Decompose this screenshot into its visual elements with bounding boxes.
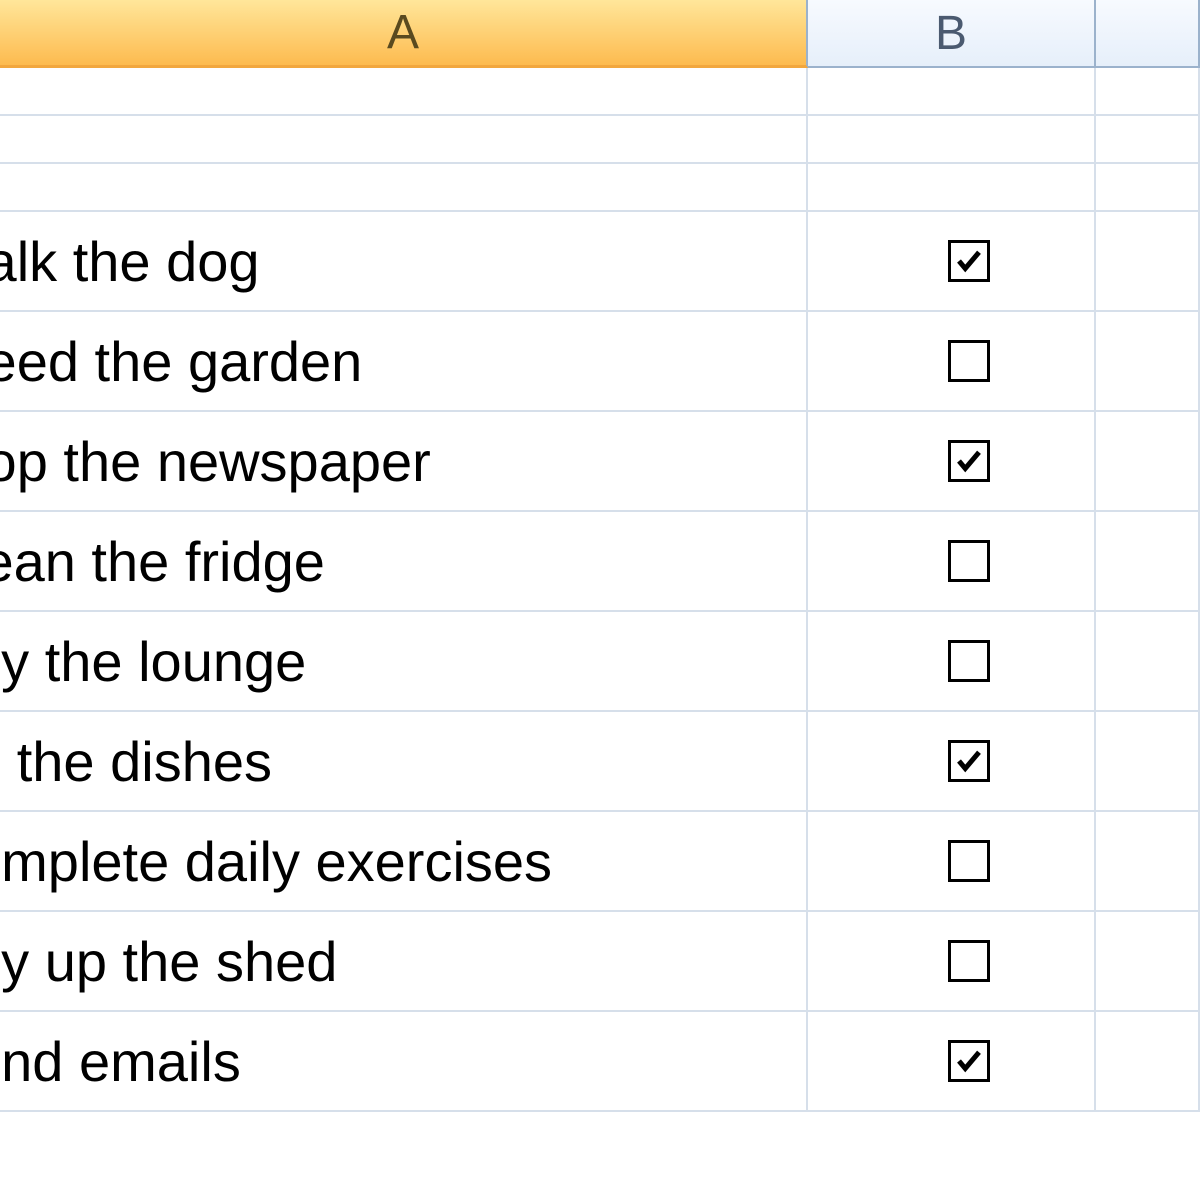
cell-checkbox[interactable]: [808, 68, 1096, 116]
cell-task-text[interactable]: dy the lounge: [0, 612, 808, 712]
cell-empty[interactable]: [1096, 412, 1200, 512]
cell-empty[interactable]: [1096, 912, 1200, 1012]
table-row: top the newspaper: [0, 412, 1200, 512]
cell-empty[interactable]: [1096, 312, 1200, 412]
table-row: omplete daily exercises: [0, 812, 1200, 912]
checkbox-unchecked-icon[interactable]: [948, 340, 990, 382]
column-header-c[interactable]: [1096, 0, 1200, 68]
table-row: [0, 116, 1200, 164]
table-row: end emails: [0, 1012, 1200, 1112]
cell-checkbox[interactable]: [808, 412, 1096, 512]
column-header-row: A B: [0, 0, 1200, 68]
cell-task-text[interactable]: [0, 68, 808, 116]
cell-task-text[interactable]: /eed the garden: [0, 312, 808, 412]
cell-checkbox[interactable]: [808, 164, 1096, 212]
cell-empty[interactable]: [1096, 1012, 1200, 1112]
cell-empty[interactable]: [1096, 68, 1200, 116]
cell-task-text[interactable]: end emails: [0, 1012, 808, 1112]
checkbox-checked-icon[interactable]: [948, 740, 990, 782]
cell-empty[interactable]: [1096, 164, 1200, 212]
checkbox-unchecked-icon[interactable]: [948, 840, 990, 882]
column-header-b[interactable]: B: [808, 0, 1096, 68]
cell-task-text[interactable]: dy up the shed: [0, 912, 808, 1012]
cell-checkbox[interactable]: [808, 812, 1096, 912]
cell-empty[interactable]: [1096, 512, 1200, 612]
cell-task-text[interactable]: /alk the dog: [0, 212, 808, 312]
checkbox-checked-icon[interactable]: [948, 1040, 990, 1082]
cell-checkbox[interactable]: [808, 512, 1096, 612]
table-row: dy the lounge: [0, 612, 1200, 712]
checkbox-checked-icon[interactable]: [948, 440, 990, 482]
cell-empty[interactable]: [1096, 812, 1200, 912]
spreadsheet-grid: A B /alk the dog/eed the gardentop the n…: [0, 0, 1200, 1200]
checkbox-unchecked-icon[interactable]: [948, 540, 990, 582]
table-row: /alk the dog: [0, 212, 1200, 312]
cell-task-text[interactable]: [0, 116, 808, 164]
cell-checkbox[interactable]: [808, 312, 1096, 412]
cell-task-text[interactable]: o the dishes: [0, 712, 808, 812]
table-row: dy up the shed: [0, 912, 1200, 1012]
checkbox-unchecked-icon[interactable]: [948, 940, 990, 982]
cell-checkbox[interactable]: [808, 116, 1096, 164]
cell-task-text[interactable]: top the newspaper: [0, 412, 808, 512]
cell-checkbox[interactable]: [808, 612, 1096, 712]
cell-checkbox[interactable]: [808, 912, 1096, 1012]
cell-empty[interactable]: [1096, 212, 1200, 312]
cell-task-text[interactable]: omplete daily exercises: [0, 812, 808, 912]
table-row: lean the fridge: [0, 512, 1200, 612]
table-row: /eed the garden: [0, 312, 1200, 412]
table-row: o the dishes: [0, 712, 1200, 812]
cell-checkbox[interactable]: [808, 1012, 1096, 1112]
checkbox-checked-icon[interactable]: [948, 240, 990, 282]
table-row: [0, 164, 1200, 212]
cell-empty[interactable]: [1096, 116, 1200, 164]
checkbox-unchecked-icon[interactable]: [948, 640, 990, 682]
cell-empty[interactable]: [1096, 612, 1200, 712]
cell-checkbox[interactable]: [808, 712, 1096, 812]
cell-task-text[interactable]: [0, 164, 808, 212]
cell-task-text[interactable]: lean the fridge: [0, 512, 808, 612]
table-row: [0, 68, 1200, 116]
cell-checkbox[interactable]: [808, 212, 1096, 312]
cell-empty[interactable]: [1096, 712, 1200, 812]
column-header-a[interactable]: A: [0, 0, 808, 68]
